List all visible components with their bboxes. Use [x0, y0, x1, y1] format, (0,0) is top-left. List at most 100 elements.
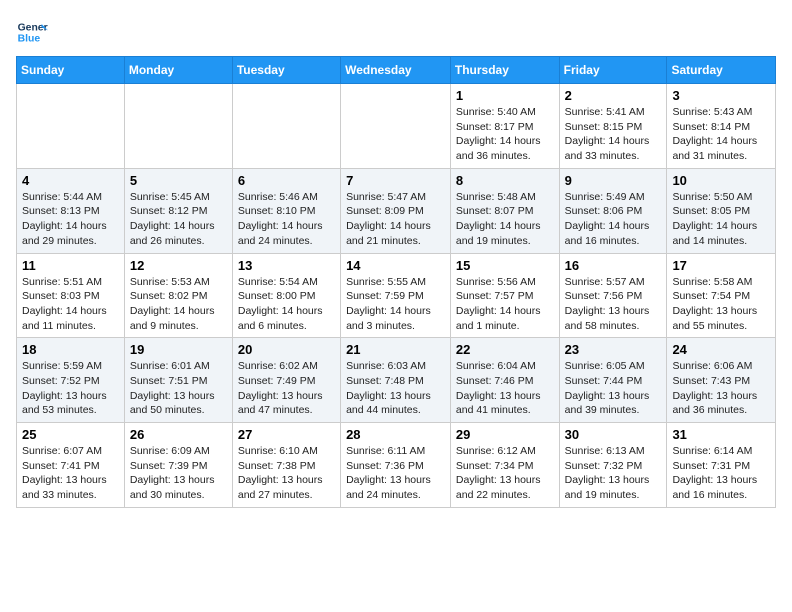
day-number: 13 — [238, 258, 335, 273]
day-number: 1 — [456, 88, 554, 103]
day-info: Sunrise: 6:12 AM Sunset: 7:34 PM Dayligh… — [456, 444, 554, 503]
logo: General Blue — [16, 16, 48, 48]
calendar-cell: 15Sunrise: 5:56 AM Sunset: 7:57 PM Dayli… — [450, 253, 559, 338]
day-number: 22 — [456, 342, 554, 357]
day-number: 24 — [672, 342, 770, 357]
calendar-week-row: 25Sunrise: 6:07 AM Sunset: 7:41 PM Dayli… — [17, 423, 776, 508]
day-info: Sunrise: 6:02 AM Sunset: 7:49 PM Dayligh… — [238, 359, 335, 418]
day-info: Sunrise: 5:56 AM Sunset: 7:57 PM Dayligh… — [456, 275, 554, 334]
weekday-header-sunday: Sunday — [17, 57, 125, 84]
calendar-cell: 25Sunrise: 6:07 AM Sunset: 7:41 PM Dayli… — [17, 423, 125, 508]
svg-text:Blue: Blue — [18, 34, 41, 45]
calendar-cell: 3Sunrise: 5:43 AM Sunset: 8:14 PM Daylig… — [667, 84, 776, 169]
day-info: Sunrise: 5:54 AM Sunset: 8:00 PM Dayligh… — [238, 275, 335, 334]
day-info: Sunrise: 5:47 AM Sunset: 8:09 PM Dayligh… — [346, 190, 445, 249]
weekday-header-saturday: Saturday — [667, 57, 776, 84]
calendar-cell: 21 Sunrise: 6:03 AM Sunset: 7:48 PM Dayli… — [341, 338, 451, 423]
calendar-cell — [17, 84, 125, 169]
day-number: 11 — [22, 258, 119, 273]
day-info: Sunrise: 6:04 AM Sunset: 7:46 PM Dayligh… — [456, 359, 554, 418]
day-info: Sunrise: 5:57 AM Sunset: 7:56 PM Dayligh… — [565, 275, 662, 334]
day-info: Sunrise: 6:05 AM Sunset: 7:44 PM Dayligh… — [565, 359, 662, 418]
day-info: Sunrise: 6:03 AM Sunset: 7:48 PM Dayligh… — [346, 359, 445, 418]
day-info: Sunrise: 6:14 AM Sunset: 7:31 PM Dayligh… — [672, 444, 770, 503]
calendar-cell: 6 Sunrise: 5:46 AM Sunset: 8:10 PM Daylig… — [232, 168, 340, 253]
calendar-cell — [124, 84, 232, 169]
calendar-week-row: 11Sunrise: 5:51 AM Sunset: 8:03 PM Dayli… — [17, 253, 776, 338]
day-info: Sunrise: 6:10 AM Sunset: 7:38 PM Dayligh… — [238, 444, 335, 503]
day-info: Sunrise: 5:48 AM Sunset: 8:07 PM Dayligh… — [456, 190, 554, 249]
day-number: 23 — [565, 342, 662, 357]
day-info: Sunrise: 5:45 AM Sunset: 8:12 PM Dayligh… — [130, 190, 227, 249]
weekday-header-thursday: Thursday — [450, 57, 559, 84]
day-info: Sunrise: 5:58 AM Sunset: 7:54 PM Dayligh… — [672, 275, 770, 334]
weekday-header-wednesday: Wednesday — [341, 57, 451, 84]
day-number: 17 — [672, 258, 770, 273]
day-number: 30 — [565, 427, 662, 442]
calendar-cell — [232, 84, 340, 169]
calendar-cell: 27 Sunrise: 6:10 AM Sunset: 7:38 PM Dayli… — [232, 423, 340, 508]
day-info: Sunrise: 6:09 AM Sunset: 7:39 PM Dayligh… — [130, 444, 227, 503]
day-number: 19 — [130, 342, 227, 357]
calendar-cell: 19 Sunrise: 6:01 AM Sunset: 7:51 PM Dayli… — [124, 338, 232, 423]
calendar-cell: 31 Sunrise: 6:14 AM Sunset: 7:31 PM Dayli… — [667, 423, 776, 508]
calendar-cell: 2 Sunrise: 5:41 AM Sunset: 8:15 PM Daylig… — [559, 84, 667, 169]
calendar-table: SundayMondayTuesdayWednesdayThursdayFrid… — [16, 56, 776, 508]
calendar-week-row: 18Sunrise: 5:59 AM Sunset: 7:52 PM Dayli… — [17, 338, 776, 423]
day-info: Sunrise: 5:50 AM Sunset: 8:05 PM Dayligh… — [672, 190, 770, 249]
day-info: Sunrise: 5:44 AM Sunset: 8:13 PM Dayligh… — [22, 190, 119, 249]
day-number: 31 — [672, 427, 770, 442]
calendar-cell: 9 Sunrise: 5:49 AM Sunset: 8:06 PM Daylig… — [559, 168, 667, 253]
calendar-cell: 12Sunrise: 5:53 AM Sunset: 8:02 PM Dayli… — [124, 253, 232, 338]
day-info: Sunrise: 5:40 AM Sunset: 8:17 PM Dayligh… — [456, 105, 554, 164]
calendar-cell: 29 Sunrise: 6:12 AM Sunset: 7:34 PM Dayli… — [450, 423, 559, 508]
calendar-cell: 23 Sunrise: 6:05 AM Sunset: 7:44 PM Dayli… — [559, 338, 667, 423]
day-number: 20 — [238, 342, 335, 357]
day-number: 18 — [22, 342, 119, 357]
calendar-cell: 18Sunrise: 5:59 AM Sunset: 7:52 PM Dayli… — [17, 338, 125, 423]
calendar-cell: 24 Sunrise: 6:06 AM Sunset: 7:43 PM Dayli… — [667, 338, 776, 423]
day-info: Sunrise: 6:01 AM Sunset: 7:51 PM Dayligh… — [130, 359, 227, 418]
day-number: 9 — [565, 173, 662, 188]
calendar-cell: 1 Sunrise: 5:40 AM Sunset: 8:17 PM Daylig… — [450, 84, 559, 169]
calendar-cell: 5 Sunrise: 5:45 AM Sunset: 8:12 PM Daylig… — [124, 168, 232, 253]
calendar-week-row: 4 Sunrise: 5:44 AM Sunset: 8:13 PM Daylig… — [17, 168, 776, 253]
calendar-week-row: 1 Sunrise: 5:40 AM Sunset: 8:17 PM Daylig… — [17, 84, 776, 169]
calendar-cell: 16 Sunrise: 5:57 AM Sunset: 7:56 PM Dayli… — [559, 253, 667, 338]
calendar-cell: 26 Sunrise: 6:09 AM Sunset: 7:39 PM Dayli… — [124, 423, 232, 508]
day-info: Sunrise: 6:11 AM Sunset: 7:36 PM Dayligh… — [346, 444, 445, 503]
logo-icon: General Blue — [16, 16, 48, 48]
day-number: 10 — [672, 173, 770, 188]
day-number: 5 — [130, 173, 227, 188]
calendar-cell — [341, 84, 451, 169]
day-number: 6 — [238, 173, 335, 188]
day-number: 28 — [346, 427, 445, 442]
calendar-cell: 13 Sunrise: 5:54 AM Sunset: 8:00 PM Dayli… — [232, 253, 340, 338]
day-number: 2 — [565, 88, 662, 103]
day-number: 3 — [672, 88, 770, 103]
calendar-cell: 10 Sunrise: 5:50 AM Sunset: 8:05 PM Dayli… — [667, 168, 776, 253]
calendar-cell: 4 Sunrise: 5:44 AM Sunset: 8:13 PM Daylig… — [17, 168, 125, 253]
weekday-header-tuesday: Tuesday — [232, 57, 340, 84]
calendar-cell: 7 Sunrise: 5:47 AM Sunset: 8:09 PM Daylig… — [341, 168, 451, 253]
day-number: 29 — [456, 427, 554, 442]
day-info: Sunrise: 6:06 AM Sunset: 7:43 PM Dayligh… — [672, 359, 770, 418]
calendar-cell: 22 Sunrise: 6:04 AM Sunset: 7:46 PM Dayli… — [450, 338, 559, 423]
day-number: 4 — [22, 173, 119, 188]
day-number: 21 — [346, 342, 445, 357]
calendar-cell: 30Sunrise: 6:13 AM Sunset: 7:32 PM Dayli… — [559, 423, 667, 508]
calendar-cell: 14Sunrise: 5:55 AM Sunset: 7:59 PM Dayli… — [341, 253, 451, 338]
day-number: 27 — [238, 427, 335, 442]
weekday-header-friday: Friday — [559, 57, 667, 84]
calendar-cell: 20 Sunrise: 6:02 AM Sunset: 7:49 PM Dayli… — [232, 338, 340, 423]
day-number: 26 — [130, 427, 227, 442]
day-number: 25 — [22, 427, 119, 442]
day-info: Sunrise: 5:49 AM Sunset: 8:06 PM Dayligh… — [565, 190, 662, 249]
day-number: 7 — [346, 173, 445, 188]
day-number: 14 — [346, 258, 445, 273]
day-info: Sunrise: 5:41 AM Sunset: 8:15 PM Dayligh… — [565, 105, 662, 164]
day-info: Sunrise: 5:46 AM Sunset: 8:10 PM Dayligh… — [238, 190, 335, 249]
day-number: 16 — [565, 258, 662, 273]
calendar-cell: 8Sunrise: 5:48 AM Sunset: 8:07 PM Daylig… — [450, 168, 559, 253]
page-header: General Blue — [16, 16, 776, 48]
